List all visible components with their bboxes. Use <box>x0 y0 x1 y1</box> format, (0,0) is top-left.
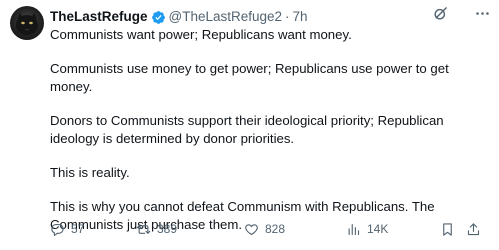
panther-avatar-image <box>16 13 38 35</box>
reply-count: 57 <box>71 222 85 236</box>
reply-button[interactable]: 57 <box>50 219 84 239</box>
tweet-header: TheLastRefuge @TheLastRefuge2 · 7h <box>50 7 489 27</box>
dot-separator: · <box>285 9 290 24</box>
verified-badge-icon <box>151 10 166 25</box>
views-count: 14K <box>367 222 389 236</box>
more-icon[interactable] <box>471 2 493 24</box>
author-handle[interactable]: @TheLastRefuge2 <box>169 7 283 27</box>
author-name[interactable]: TheLastRefuge <box>50 7 148 27</box>
share-icon <box>467 222 480 235</box>
reply-icon <box>51 223 64 236</box>
tweet-paragraph: This is reality. <box>50 165 130 180</box>
like-count: 828 <box>265 222 286 236</box>
top-right-icons <box>429 2 493 24</box>
tweet-paragraph: Communists want power; Republicans want … <box>50 27 352 42</box>
views-icon <box>348 223 360 235</box>
tweet-paragraph: Donors to Communists support their ideol… <box>50 113 444 146</box>
bookmark-button[interactable] <box>440 219 455 239</box>
bookmark-icon <box>443 222 452 236</box>
avatar[interactable] <box>10 6 44 40</box>
tweet-paragraph: Communists use money to get power; Repub… <box>50 61 449 94</box>
action-bar: 57 389 828 14K <box>50 219 493 239</box>
tweet-text: Communists want power; Republicans want … <box>50 26 490 250</box>
views-button[interactable]: 14K <box>346 219 388 239</box>
grok-icon[interactable] <box>429 2 451 24</box>
heart-icon <box>245 223 258 235</box>
like-button[interactable]: 828 <box>244 219 285 239</box>
retweet-icon <box>136 224 151 234</box>
timestamp[interactable]: 7h <box>293 7 308 27</box>
retweet-button[interactable]: 389 <box>136 219 177 239</box>
retweet-count: 389 <box>157 222 178 236</box>
share-button[interactable] <box>466 219 481 239</box>
